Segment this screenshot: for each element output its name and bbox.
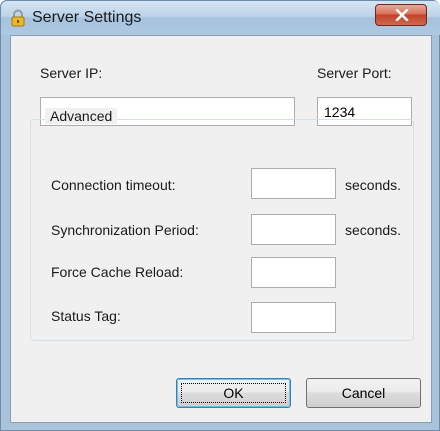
connection-timeout-unit: seconds. xyxy=(345,177,402,193)
force-cache-reload-label: Force Cache Reload: xyxy=(51,264,184,280)
advanced-group-label: Advanced xyxy=(45,108,118,124)
window-title: Server Settings xyxy=(32,9,142,26)
cancel-button[interactable]: Cancel xyxy=(306,378,421,408)
title-bar[interactable]: Server Settings xyxy=(1,1,440,35)
server-ip-label: Server IP: xyxy=(40,65,103,81)
sync-period-unit: seconds. xyxy=(345,222,402,238)
cancel-button-label: Cancel xyxy=(341,385,386,401)
sync-period-label: Synchronization Period: xyxy=(51,222,199,238)
server-settings-dialog: Server Settings Server IP: Server Port: … xyxy=(0,0,440,431)
sync-period-input[interactable] xyxy=(251,214,336,245)
force-cache-reload-input[interactable] xyxy=(251,257,336,288)
close-icon xyxy=(395,9,409,21)
ok-button[interactable]: OK xyxy=(176,378,291,408)
lock-icon xyxy=(9,9,27,27)
connection-timeout-input[interactable] xyxy=(251,168,336,199)
status-tag-input[interactable] xyxy=(251,302,336,333)
server-port-label: Server Port: xyxy=(317,65,392,81)
connection-timeout-label: Connection timeout: xyxy=(51,177,176,193)
focus-indicator xyxy=(181,383,286,403)
status-tag-label: Status Tag: xyxy=(51,308,121,324)
close-button[interactable] xyxy=(375,4,427,26)
